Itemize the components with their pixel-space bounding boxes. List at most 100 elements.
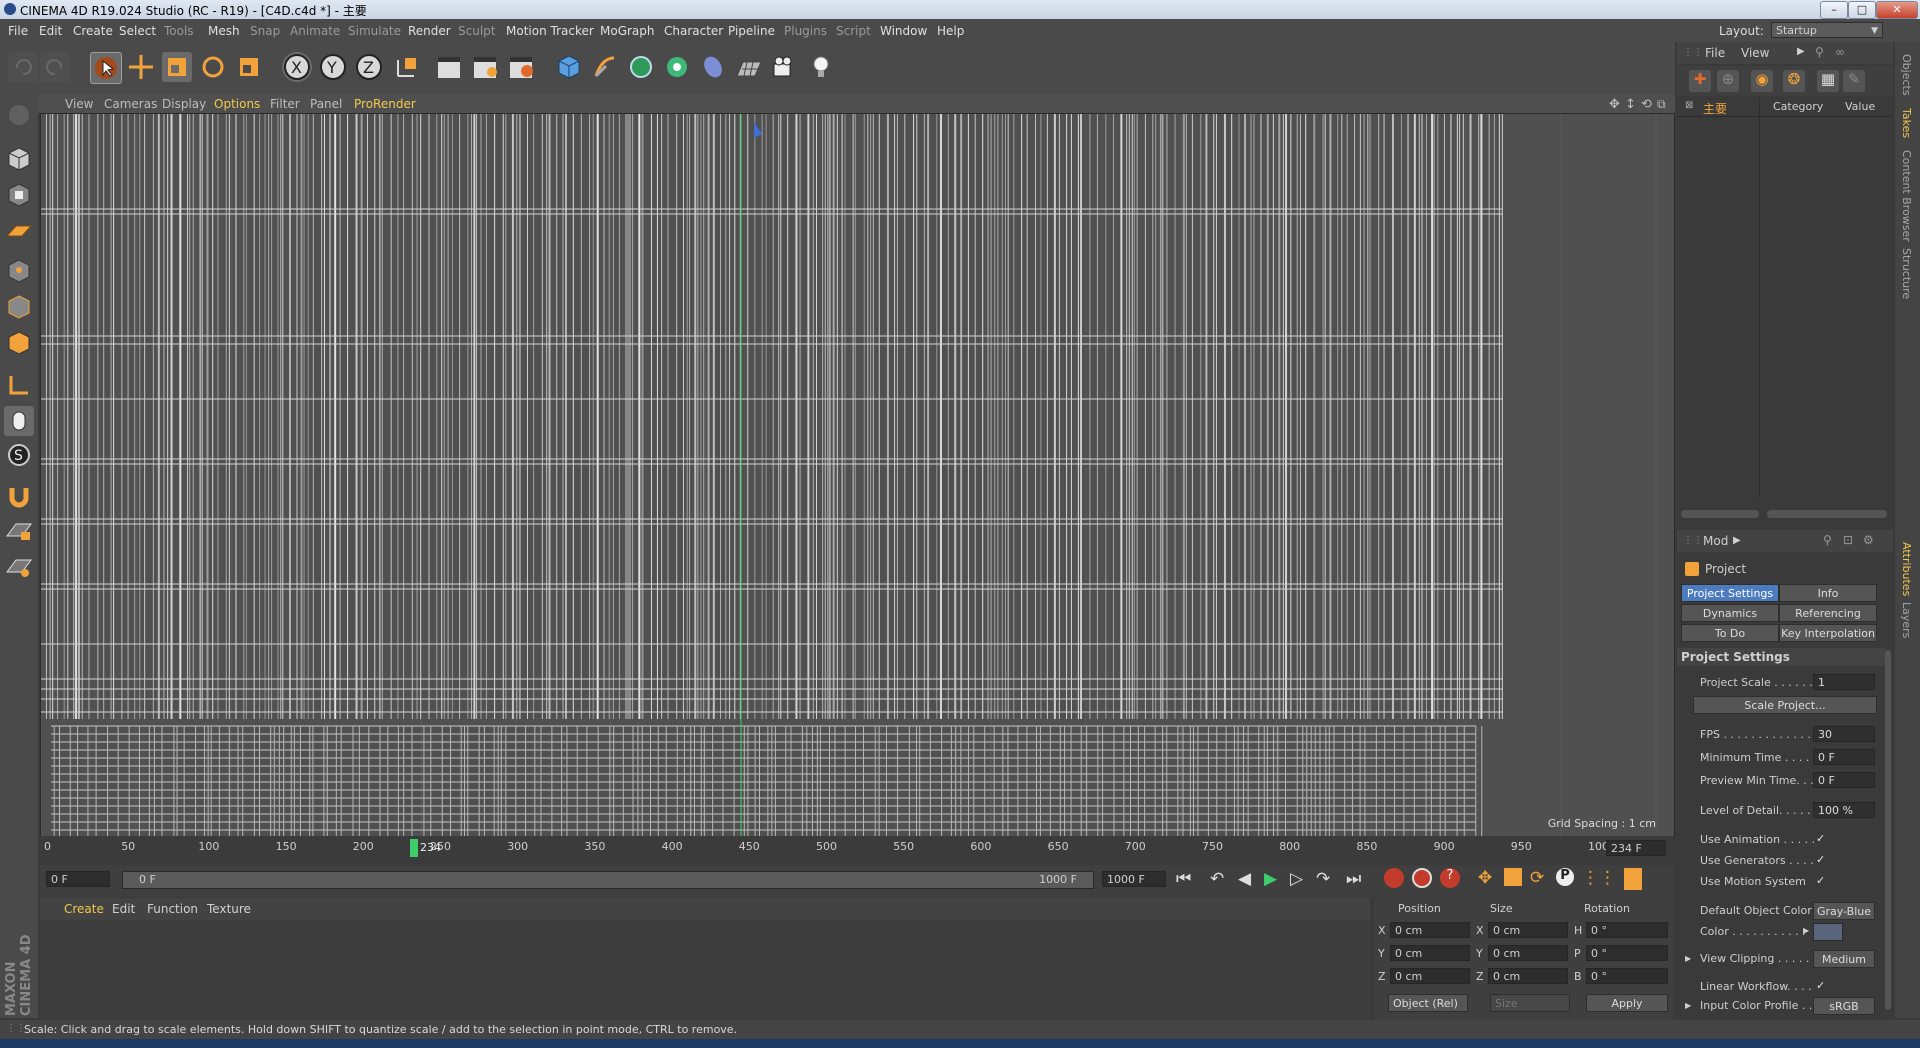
viewport-menu-view[interactable]: View bbox=[65, 97, 93, 111]
deformer-button[interactable] bbox=[698, 52, 728, 82]
material-menu-texture[interactable]: Texture bbox=[207, 902, 251, 916]
workplane-mode-button[interactable] bbox=[4, 216, 34, 246]
tweak-mode-button[interactable] bbox=[4, 406, 34, 436]
menu-mograph[interactable]: MoGraph bbox=[600, 24, 655, 38]
link-icon[interactable]: ∞ bbox=[1835, 45, 1845, 59]
menu-mesh[interactable]: Mesh bbox=[208, 24, 240, 38]
pen-spline-button[interactable] bbox=[590, 52, 620, 82]
level-of-detail-field[interactable]: 100 % bbox=[1813, 802, 1875, 818]
start-frame-field[interactable]: 0 F bbox=[46, 871, 110, 887]
cube-object-button[interactable] bbox=[554, 52, 584, 82]
go-to-end-icon[interactable]: ⏭ bbox=[1346, 869, 1361, 889]
scale-project-button[interactable]: Scale Project... bbox=[1693, 696, 1877, 714]
layout-dropdown[interactable]: Startup ▼ bbox=[1771, 22, 1883, 38]
minimize-button[interactable]: – bbox=[1820, 1, 1848, 19]
size-mode-dropdown[interactable]: Size bbox=[1490, 994, 1570, 1012]
polygons-mode-button[interactable] bbox=[4, 328, 34, 358]
menu-animate[interactable]: Animate bbox=[290, 24, 340, 38]
material-menu-edit[interactable]: Edit bbox=[112, 902, 135, 916]
objects-menu-view[interactable]: View bbox=[1741, 46, 1769, 60]
points-mode-button[interactable] bbox=[4, 256, 34, 286]
keyframe-selection-icon[interactable]: ? bbox=[1440, 868, 1460, 888]
edges-mode-button[interactable] bbox=[4, 292, 34, 322]
cloner-button[interactable] bbox=[662, 52, 692, 82]
preview-min-time-field[interactable]: 0 F bbox=[1813, 772, 1875, 788]
input-color-profile-dropdown[interactable]: sRGB bbox=[1813, 997, 1875, 1015]
project-scale-field[interactable]: 1 bbox=[1813, 674, 1875, 690]
viewport-menu-filter[interactable]: Filter bbox=[270, 97, 300, 111]
autokey-icon[interactable] bbox=[1412, 868, 1432, 888]
undo-button[interactable] bbox=[8, 52, 38, 82]
tab-dynamics[interactable]: Dynamics bbox=[1681, 604, 1779, 622]
view-clipping-expand-icon[interactable]: ▶ bbox=[1685, 954, 1691, 963]
light-object-button[interactable] bbox=[806, 52, 836, 82]
add-take-icon[interactable]: ✚ bbox=[1689, 70, 1711, 92]
render-picture-viewer-button[interactable] bbox=[470, 52, 500, 82]
move-tool-button[interactable] bbox=[126, 52, 156, 82]
planar-workplane-button[interactable] bbox=[4, 552, 34, 582]
viewport-menu-display[interactable]: Display bbox=[162, 97, 206, 111]
previous-frame-icon[interactable]: ◀ bbox=[1238, 869, 1251, 889]
select-tool-button[interactable] bbox=[90, 52, 122, 84]
key-pla-icon[interactable]: ⋮⋮ bbox=[1582, 868, 1616, 888]
texture-mode-button[interactable] bbox=[4, 180, 34, 210]
menu-plugins[interactable]: Plugins bbox=[784, 24, 827, 38]
drag-handle-icon[interactable]: ⋮⋮ bbox=[1683, 47, 1703, 58]
vertical-scrollbar[interactable] bbox=[1885, 650, 1891, 1010]
input-profile-expand-icon[interactable]: ▶ bbox=[1685, 1001, 1691, 1010]
horizontal-scrollbar-right[interactable] bbox=[1767, 510, 1887, 518]
use-animation-checkbox[interactable]: ✓ bbox=[1816, 832, 1825, 845]
tab-info[interactable]: Info bbox=[1779, 584, 1877, 602]
search-icon[interactable]: ⚲ bbox=[1823, 533, 1832, 547]
take-main-label[interactable]: 主要 bbox=[1703, 100, 1727, 117]
key-position-icon[interactable]: ✥ bbox=[1478, 868, 1492, 888]
viewport-rotate-icon[interactable]: ⟲ bbox=[1641, 97, 1652, 112]
coordinate-mode-dropdown[interactable]: Object (Rel) bbox=[1388, 994, 1468, 1012]
snap-button[interactable]: S bbox=[4, 440, 34, 470]
color-expand-icon[interactable]: ▶ bbox=[1803, 926, 1809, 935]
x-axis-button[interactable]: X bbox=[282, 52, 312, 82]
tab-key-interpolation[interactable]: Key Interpolation bbox=[1779, 624, 1877, 642]
rotate-tool-button[interactable] bbox=[198, 52, 228, 82]
go-to-start-icon[interactable]: ⏮ bbox=[1176, 869, 1191, 889]
size-z-field[interactable]: 0 cm bbox=[1488, 968, 1568, 984]
tab-referencing[interactable]: Referencing bbox=[1779, 604, 1877, 622]
size-x-field[interactable]: 0 cm bbox=[1488, 922, 1568, 938]
menu-motion-tracker[interactable]: Motion Tracker bbox=[506, 24, 594, 38]
viewport-zoom-icon[interactable]: ↕ bbox=[1625, 97, 1636, 112]
menu-help[interactable]: Help bbox=[937, 24, 964, 38]
side-tab-attributes[interactable]: Attributes bbox=[1900, 542, 1913, 596]
side-tab-structure[interactable]: Structure bbox=[1900, 248, 1913, 299]
settings-icon[interactable]: ⚙ bbox=[1863, 533, 1874, 547]
override-icon[interactable]: ◉ bbox=[1751, 70, 1773, 92]
end-frame-field[interactable]: 1000 F bbox=[1102, 871, 1166, 887]
menu-script[interactable]: Script bbox=[836, 24, 871, 38]
viewport-menu-options[interactable]: Options bbox=[214, 97, 260, 111]
previous-key-icon[interactable]: ↶ bbox=[1210, 869, 1224, 889]
menu-sculpt[interactable]: Sculpt bbox=[458, 24, 495, 38]
floor-object-button[interactable] bbox=[734, 52, 764, 82]
pos-x-field[interactable]: 0 cm bbox=[1390, 922, 1470, 938]
model-mode-button[interactable] bbox=[4, 144, 34, 174]
menu-create[interactable]: Create bbox=[73, 24, 113, 38]
column-category[interactable]: Category bbox=[1773, 100, 1823, 113]
lock-workplane-button[interactable] bbox=[4, 516, 34, 546]
menu-snap[interactable]: Snap bbox=[250, 24, 280, 38]
side-tab-content-browser[interactable]: Content Browser bbox=[1900, 150, 1913, 242]
attributes-mode-menu[interactable]: Mod bbox=[1703, 534, 1728, 548]
use-motion-system-checkbox[interactable]: ✓ bbox=[1816, 874, 1825, 887]
menu-pipeline[interactable]: Pipeline bbox=[728, 24, 775, 38]
axis-mode-button[interactable] bbox=[4, 370, 34, 400]
record-icon[interactable] bbox=[1384, 868, 1404, 888]
size-y-field[interactable]: 0 cm bbox=[1488, 945, 1568, 961]
color-swatch[interactable] bbox=[1813, 923, 1843, 941]
material-menu-create[interactable]: Create bbox=[64, 902, 104, 916]
fps-field[interactable]: 30 bbox=[1813, 726, 1875, 742]
material-manager-area[interactable] bbox=[40, 920, 1370, 1020]
tab-to-do[interactable]: To Do bbox=[1681, 624, 1779, 642]
viewport-menu-cameras[interactable]: Cameras bbox=[104, 97, 157, 111]
camera-object-button[interactable] bbox=[770, 52, 800, 82]
scale-tool-button[interactable] bbox=[162, 52, 192, 82]
menu-tools[interactable]: Tools bbox=[164, 24, 194, 38]
viewport-menu-prorender[interactable]: ProRender bbox=[354, 97, 416, 111]
